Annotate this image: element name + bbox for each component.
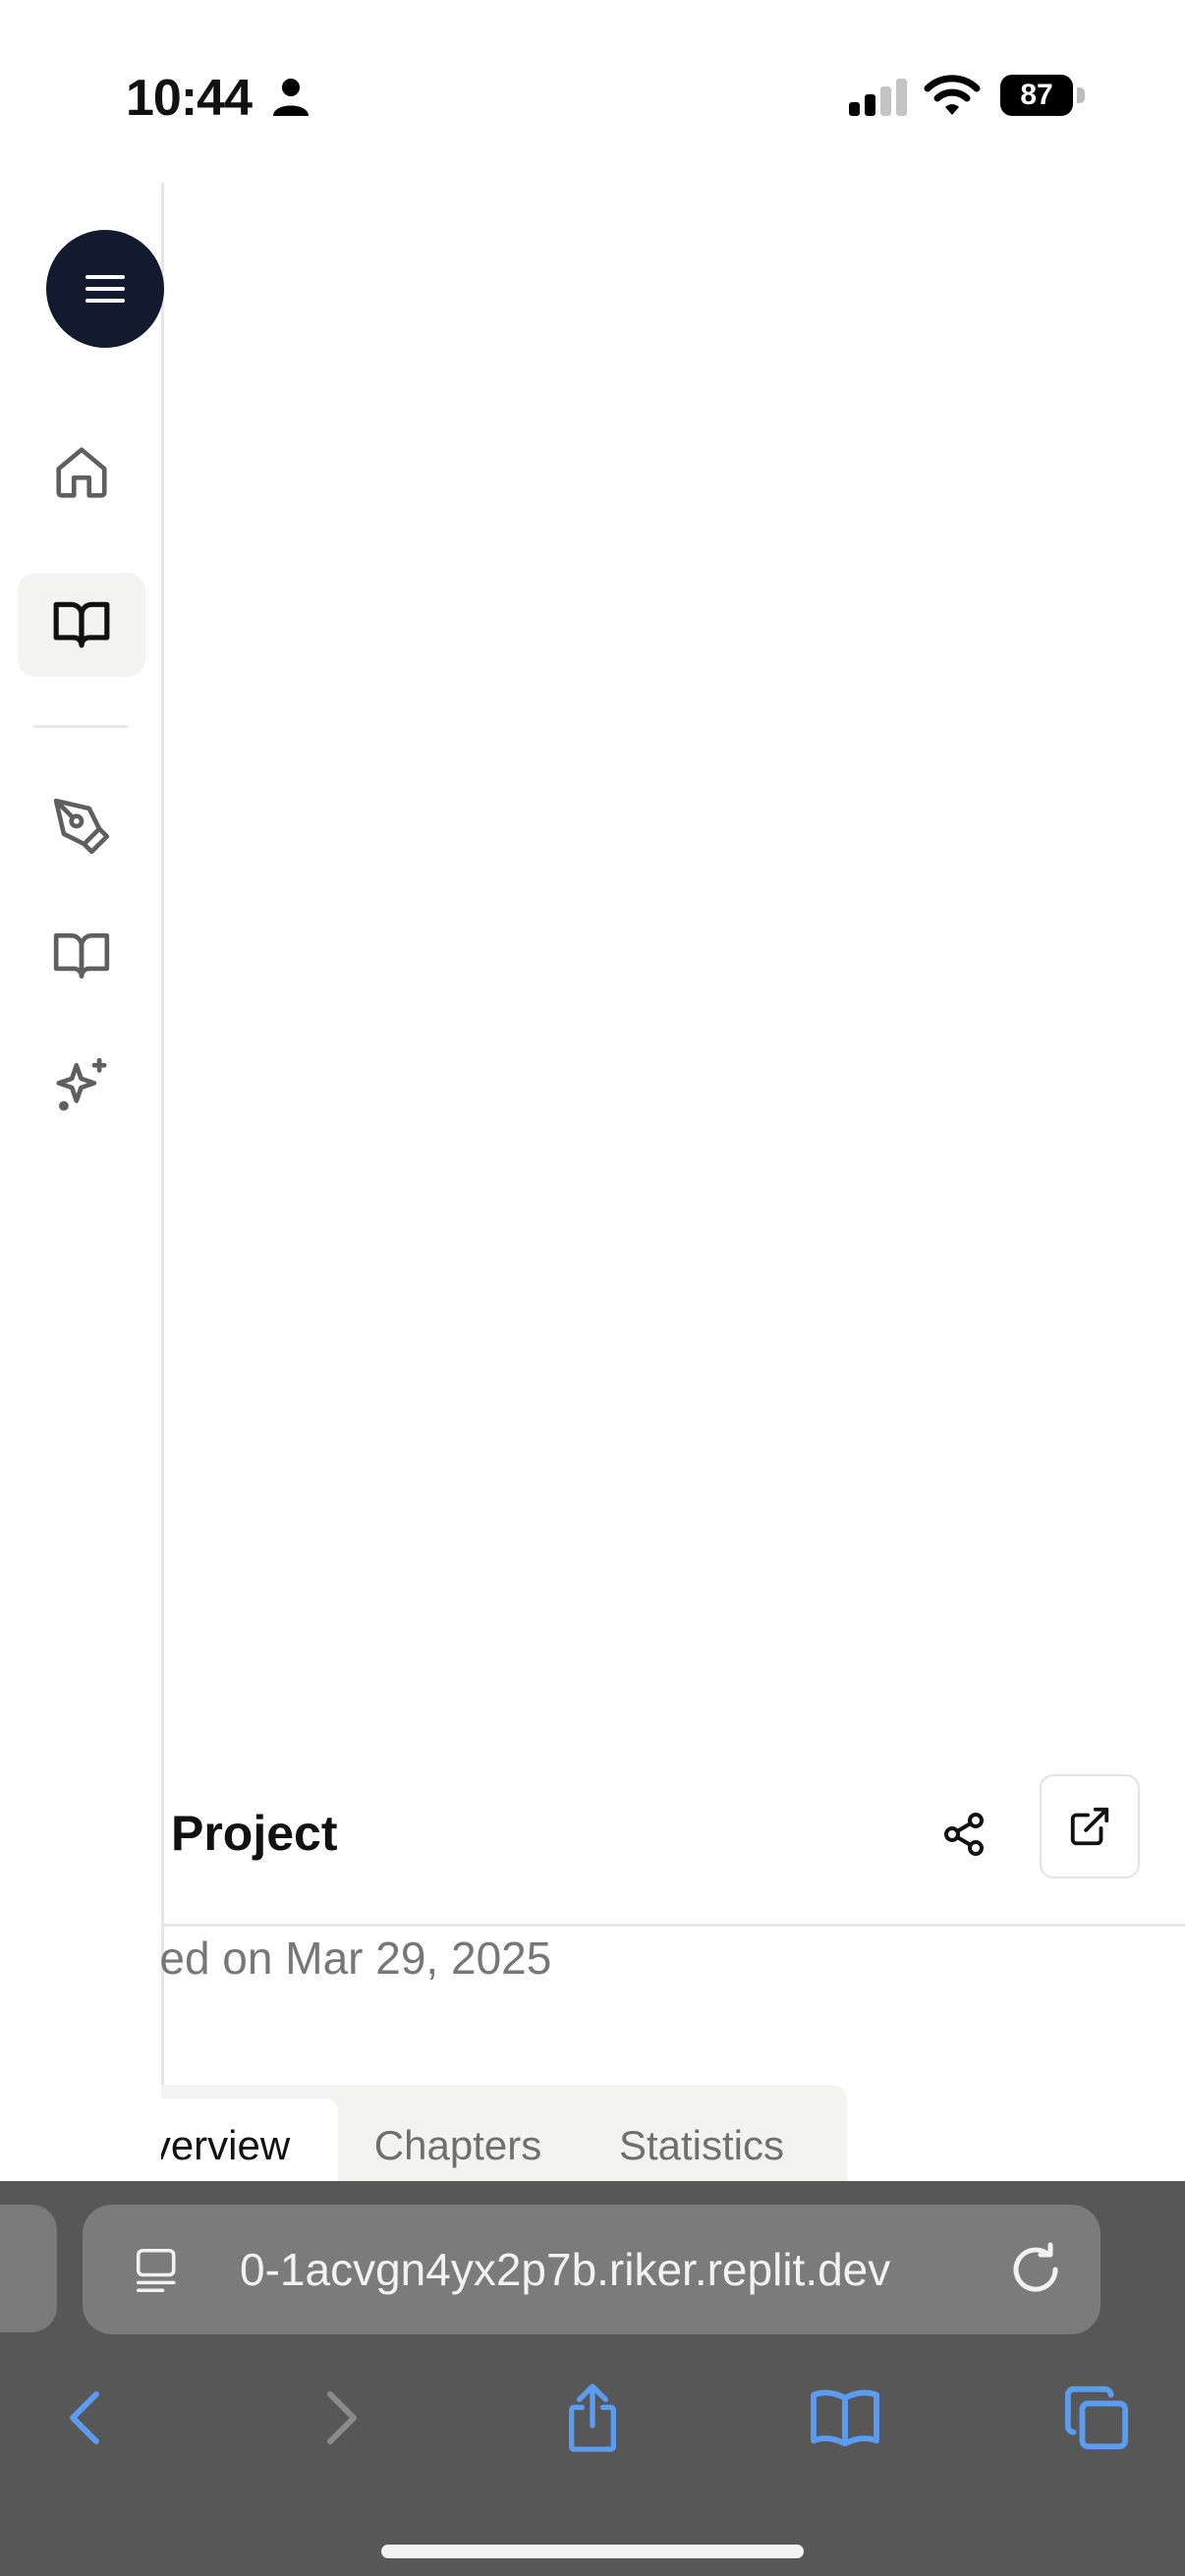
tabs-button[interactable] <box>1049 2374 1144 2462</box>
share-page-button[interactable] <box>545 2374 640 2462</box>
tab-overview[interactable]: verview <box>161 2099 338 2181</box>
created-date: ated on Mar 29, 2025 <box>161 1932 552 1984</box>
sidebar-item-ai[interactable] <box>18 1034 145 1138</box>
wifi-icon <box>924 75 981 115</box>
tab-chapters[interactable]: Chapters <box>350 2099 566 2181</box>
person-icon <box>273 79 309 116</box>
address-bar[interactable]: 0-1acvgn4yx2p7b.riker.replit.dev <box>83 2205 1100 2334</box>
tabs-icon <box>1064 2385 1129 2450</box>
cellular-signal-icon <box>849 79 907 116</box>
bookmarks-button[interactable] <box>798 2374 892 2462</box>
home-indicator <box>381 2545 804 2558</box>
forward-icon <box>327 2391 357 2444</box>
back-icon <box>70 2391 99 2444</box>
sidebar-item-library[interactable] <box>18 573 145 677</box>
project-header: Project <box>161 1774 1185 1892</box>
book-icon <box>53 933 110 979</box>
battery-level: 87 <box>1000 75 1073 116</box>
status-time: 10:44 <box>126 70 253 127</box>
header-divider <box>161 1924 1185 1927</box>
previous-tab-preview[interactable] <box>0 2205 57 2332</box>
sidebar <box>0 183 164 2181</box>
open-book-icon <box>53 601 110 648</box>
sparkles-icon <box>56 1057 107 1111</box>
forward-button[interactable] <box>295 2374 389 2462</box>
external-link-icon <box>1070 1807 1109 1846</box>
main-content: Project ated on Mar 29, 2025 verview Cha… <box>161 183 1185 2181</box>
reload-icon[interactable] <box>1006 2240 1065 2299</box>
home-icon <box>56 447 107 498</box>
sidebar-divider <box>33 725 128 728</box>
pen-nib-icon <box>53 798 110 855</box>
status-bar: 10:44 87 <box>0 0 1185 187</box>
bookmarks-icon <box>811 2389 879 2447</box>
battery-indicator: 87 <box>1000 75 1085 116</box>
back-button[interactable] <box>37 2374 132 2462</box>
project-tabs: verview Chapters Statistics <box>161 2085 847 2181</box>
sidebar-item-read[interactable] <box>18 904 145 1008</box>
share-button[interactable] <box>930 1800 998 1869</box>
tab-statistics[interactable]: Statistics <box>576 2099 827 2181</box>
battery-tip <box>1077 87 1085 103</box>
share-icon <box>569 2383 616 2452</box>
menu-button[interactable] <box>46 230 164 348</box>
page-menu-icon[interactable] <box>132 2244 185 2297</box>
sidebar-item-home[interactable] <box>18 420 145 525</box>
project-title: Project <box>171 1806 338 1861</box>
url-text: 0-1acvgn4yx2p7b.riker.replit.dev <box>240 2244 891 2295</box>
open-external-button[interactable] <box>1040 1774 1140 1878</box>
browser-toolbar: 0-1acvgn4yx2p7b.riker.replit.dev <box>0 2181 1185 2576</box>
share-icon <box>944 1813 984 1856</box>
sidebar-item-write[interactable] <box>18 774 145 878</box>
hamburger-menu-icon <box>85 275 125 303</box>
